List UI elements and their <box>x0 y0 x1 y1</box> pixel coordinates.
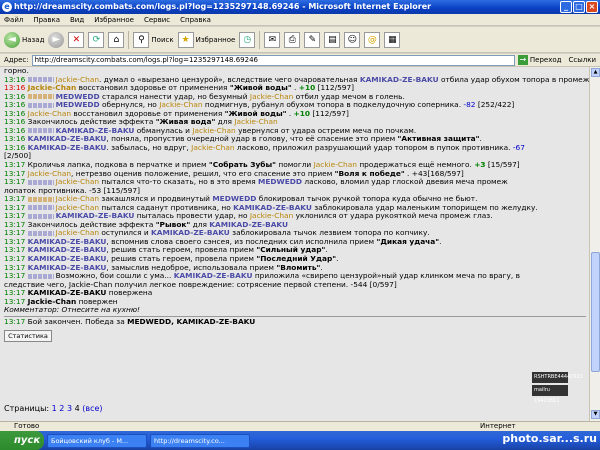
hp-bar-icon <box>27 102 54 108</box>
minimize-button[interactable]: _ <box>560 1 572 13</box>
statistics-button[interactable]: Статистика <box>4 330 52 343</box>
links-label[interactable]: Ссылки <box>568 56 600 64</box>
start-button[interactable]: пуск <box>0 431 44 450</box>
search-icon: ⚲ <box>133 31 150 48</box>
address-input[interactable]: http://dreamscity.combats.com/logs.pl?lo… <box>31 54 515 66</box>
messenger-icon[interactable]: ☺ <box>344 31 361 48</box>
address-bar: Адрес: http://dreamscity.combats.com/log… <box>0 54 600 67</box>
home-icon[interactable]: ⌂ <box>108 31 125 48</box>
back-button[interactable]: ◄ Назад <box>4 31 44 48</box>
close-button[interactable]: × <box>586 1 598 13</box>
pages-all-link[interactable]: (все) <box>82 404 102 413</box>
go-button[interactable]: → Переход <box>517 55 566 65</box>
hp-bar-icon <box>27 94 54 100</box>
scroll-up-arrow[interactable]: ▲ <box>591 68 600 77</box>
print-icon[interactable]: ⎙ <box>284 31 301 48</box>
log-line: Комментатор: Отнесите на кухню! <box>4 305 140 315</box>
log-time: 13:17 <box>4 316 28 326</box>
research-icon[interactable]: ▦ <box>384 31 401 48</box>
toolbar: ◄ Назад ► ✕ ⟳ ⌂ ⚲ Поиск ★ Избранное ◷ ✉ ⎙ ✎… <box>0 27 600 53</box>
hp-bar-icon <box>27 230 54 236</box>
page-content: горно. 13:16 Jackie-Chan. думал о «выреза… <box>0 67 589 421</box>
page-link[interactable]: 4 <box>72 404 80 413</box>
favorites-button[interactable]: ★ Избранное <box>177 31 235 48</box>
hp-bar-icon <box>27 179 54 185</box>
edit-icon[interactable]: ✎ <box>304 31 321 48</box>
discuss-icon[interactable]: ▤ <box>324 31 341 48</box>
counter-badge-2: mailru 19413811 <box>532 385 568 404</box>
hp-bar-icon <box>27 205 54 211</box>
ie-icon: e <box>2 2 12 12</box>
player-name[interactable]: Jackie-Chan <box>56 177 99 186</box>
status-zone: Интернет <box>480 422 516 430</box>
status-bar: Готово Интернет <box>0 421 600 431</box>
menu-item[interactable]: Избранное <box>94 14 134 25</box>
menu-item[interactable]: Сервис <box>144 14 170 25</box>
mail-icon[interactable]: ✉ <box>264 31 281 48</box>
menu-item[interactable]: Файл <box>4 14 23 25</box>
player-name[interactable]: MEDWEDD <box>258 177 302 186</box>
title-bar: e http://dreamscity.combats.com/logs.pl?… <box>0 0 600 14</box>
hp-bar-icon <box>27 77 54 83</box>
forward-button[interactable]: ► <box>48 31 65 48</box>
player-name[interactable]: KAMIKAD-ZE-BAKU <box>360 75 439 84</box>
hp-bar-icon <box>27 196 54 202</box>
scroll-down-arrow[interactable]: ▼ <box>591 410 600 419</box>
browser-window: e http://dreamscity.combats.com/logs.pl?… <box>0 0 600 450</box>
hp-bar-icon <box>27 213 54 219</box>
taskbar-item[interactable]: http://dreamscity.co... <box>150 433 250 448</box>
counter-badges: RSHTRBE44442921 mailru 19413811 <box>532 372 583 404</box>
player-name[interactable]: KAMIKAD-ZE-BAKU <box>174 271 253 280</box>
status-text: Готово <box>14 422 40 430</box>
menu-item[interactable]: Справка <box>180 14 211 25</box>
taskbar-item[interactable]: Бойцовский клуб - М... <box>47 433 147 448</box>
log-time: 13:17 <box>4 271 28 281</box>
search-button[interactable]: ⚲ Поиск <box>133 31 174 48</box>
log-line: 13:17 Бой закончен. Победа за MEDWEDD, K… <box>4 316 256 326</box>
menu-bar: Файл Правка Вид Избранное Сервис Справка <box>0 14 600 26</box>
vertical-scrollbar[interactable]: ▲ ▼ <box>589 67 600 421</box>
battle-log: горно. 13:16 Jackie-Chan. думал о «выреза… <box>4 67 589 326</box>
hp-bar-icon <box>27 128 54 134</box>
refresh-icon[interactable]: ⟳ <box>88 31 105 48</box>
maximize-button[interactable]: □ <box>573 1 585 13</box>
go-arrow-icon: → <box>517 55 528 65</box>
menu-item[interactable]: Вид <box>70 14 84 25</box>
log-line: 13:16 KAMIKAD-ZE-BAKU. забылась, но вдру… <box>4 142 525 152</box>
menu-item[interactable]: Правка <box>33 14 60 25</box>
scroll-thumb[interactable] <box>591 252 600 372</box>
log-time: 13:17 <box>4 177 28 187</box>
stop-icon[interactable]: ✕ <box>68 31 85 48</box>
pagination: Страницы: 1 2 3 4 (все) <box>4 404 103 413</box>
watermark: photo.sar...s.ru <box>502 432 597 445</box>
back-arrow-icon: ◄ <box>4 31 20 48</box>
star-icon: ★ <box>177 31 194 48</box>
page-link[interactable]: 3 <box>64 404 72 413</box>
window-title: http://dreamscity.combats.com/logs.pl?lo… <box>14 2 432 11</box>
history-icon[interactable]: ◷ <box>239 31 256 48</box>
at-icon[interactable]: @ <box>364 31 381 48</box>
counter-badge-1: RSHTRBE44442921 <box>532 372 583 383</box>
player-name[interactable]: KAMIKAD-ZE-BAKU <box>28 143 107 152</box>
player-name[interactable]: Jackie-Chan <box>191 143 234 152</box>
hp-bar-icon <box>27 273 54 279</box>
